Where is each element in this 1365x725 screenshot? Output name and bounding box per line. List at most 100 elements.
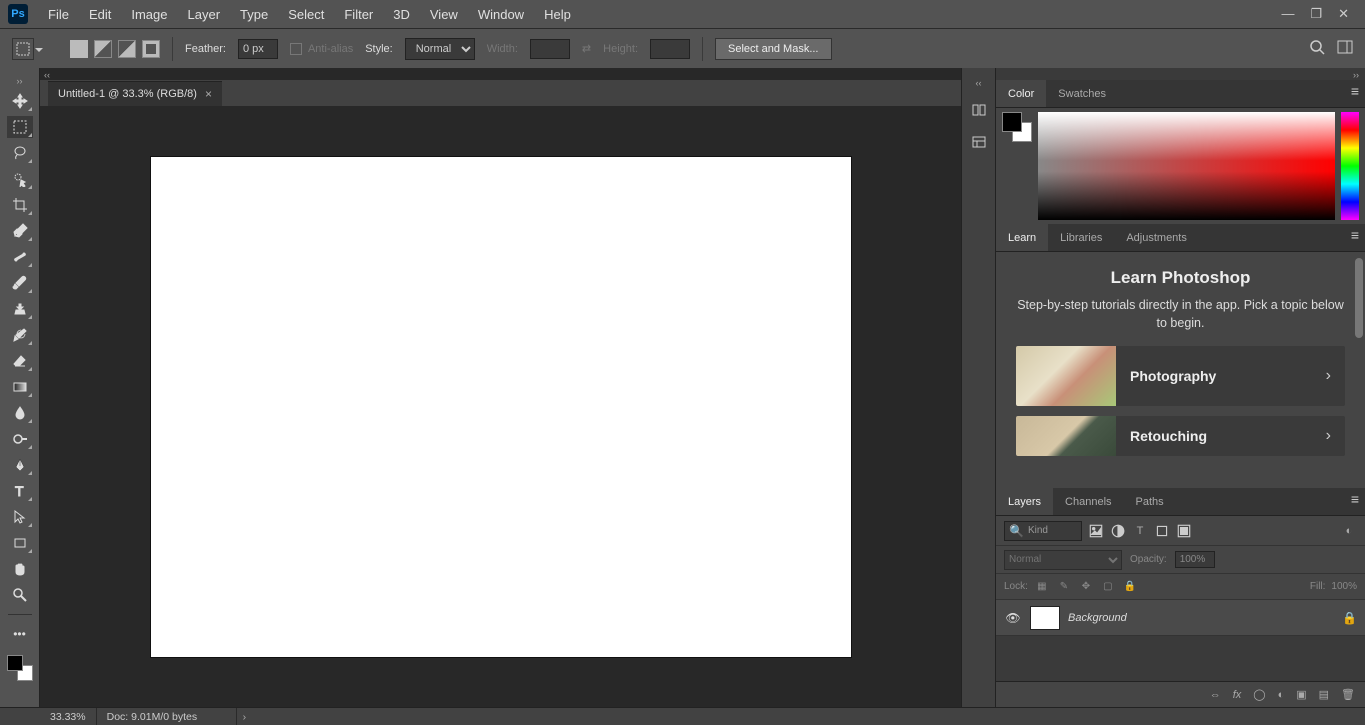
dock-expand-handle[interactable]: ‹‹ <box>976 78 982 88</box>
filter-shape-icon[interactable] <box>1154 523 1170 539</box>
learn-card-retouching[interactable]: Retouching › <box>1016 416 1345 456</box>
blend-mode-select[interactable]: Normal <box>1004 550 1122 570</box>
learn-scrollbar[interactable] <box>1355 258 1363 482</box>
menu-file[interactable]: File <box>38 0 79 28</box>
color-spectrum[interactable] <box>1038 112 1335 220</box>
edit-toolbar-icon[interactable]: ••• <box>7 623 33 645</box>
clone-stamp-tool[interactable] <box>7 298 33 320</box>
path-select-tool[interactable] <box>7 506 33 528</box>
delete-layer-icon[interactable]: 🗑 <box>1341 688 1355 701</box>
menu-3d[interactable]: 3D <box>383 0 420 28</box>
layer-lock-icon[interactable]: 🔒 <box>1342 611 1357 625</box>
brush-tool[interactable] <box>7 272 33 294</box>
canvas[interactable] <box>151 157 851 657</box>
menu-window[interactable]: Window <box>468 0 534 28</box>
panels-collapse-handle[interactable]: ›› <box>996 68 1365 80</box>
layers-panel-menu-icon[interactable]: ≡ <box>1351 494 1359 504</box>
dodge-tool[interactable] <box>7 428 33 450</box>
tab-color[interactable]: Color <box>996 80 1046 107</box>
toolbar-expand-handle[interactable]: ›› <box>14 76 26 86</box>
pen-tool[interactable] <box>7 454 33 476</box>
link-layers-icon[interactable]: ⇔ <box>1210 689 1221 701</box>
shape-tool[interactable] <box>7 532 33 554</box>
layer-filter-select[interactable]: 🔍 <box>1004 521 1082 541</box>
menu-type[interactable]: Type <box>230 0 278 28</box>
selection-subtract-icon[interactable] <box>118 40 136 58</box>
hue-slider[interactable] <box>1341 112 1359 220</box>
tab-channels[interactable]: Channels <box>1053 488 1123 515</box>
lasso-tool[interactable] <box>7 142 33 164</box>
move-tool[interactable] <box>7 90 33 112</box>
menu-edit[interactable]: Edit <box>79 0 121 28</box>
filter-pixel-icon[interactable] <box>1088 523 1104 539</box>
layer-group-icon[interactable]: ▣ <box>1296 688 1306 701</box>
layer-mask-icon[interactable]: ◯ <box>1253 688 1265 701</box>
search-icon[interactable] <box>1309 39 1325 58</box>
selection-intersect-icon[interactable] <box>142 40 160 58</box>
menu-layer[interactable]: Layer <box>178 0 231 28</box>
filter-type-icon[interactable]: T <box>1132 523 1148 539</box>
zoom-tool[interactable] <box>7 584 33 606</box>
foreground-color-swatch[interactable] <box>7 655 23 671</box>
color-swatch-stack[interactable] <box>1002 112 1032 220</box>
menu-select[interactable]: Select <box>278 0 334 28</box>
tab-paths[interactable]: Paths <box>1124 488 1176 515</box>
eyedropper-tool[interactable] <box>7 220 33 242</box>
window-maximize[interactable]: ❐ <box>1310 6 1322 22</box>
lock-artboard-icon[interactable]: ▢ <box>1100 579 1116 595</box>
select-and-mask-button[interactable]: Select and Mask... <box>715 38 832 60</box>
feather-input[interactable] <box>238 39 278 59</box>
window-minimize[interactable]: — <box>1281 6 1294 22</box>
tab-layers[interactable]: Layers <box>996 488 1053 515</box>
layer-fx-icon[interactable]: fx <box>1233 689 1242 701</box>
menu-help[interactable]: Help <box>534 0 581 28</box>
gradient-tool[interactable] <box>7 376 33 398</box>
filter-smartobject-icon[interactable] <box>1176 523 1192 539</box>
lock-pixels-icon[interactable]: ✎ <box>1056 579 1072 595</box>
new-layer-icon[interactable]: ▤ <box>1319 688 1329 701</box>
marquee-tool[interactable] <box>7 116 33 138</box>
history-panel-icon[interactable] <box>969 100 989 120</box>
properties-panel-icon[interactable] <box>969 132 989 152</box>
selection-add-icon[interactable] <box>94 40 112 58</box>
learn-card-photography[interactable]: Photography › <box>1016 346 1345 406</box>
panel-foreground-swatch[interactable] <box>1002 112 1022 132</box>
filter-adjustment-icon[interactable] <box>1110 523 1126 539</box>
scrollbar-thumb[interactable] <box>1355 258 1363 338</box>
tab-swatches[interactable]: Swatches <box>1046 80 1118 107</box>
status-chevron-icon[interactable]: › <box>237 711 253 723</box>
menu-image[interactable]: Image <box>121 0 177 28</box>
learn-panel-menu-icon[interactable]: ≡ <box>1351 230 1359 240</box>
opacity-value[interactable]: 100% <box>1175 551 1215 568</box>
history-brush-tool[interactable] <box>7 324 33 346</box>
adjustment-layer-icon[interactable]: ◐ <box>1278 689 1285 701</box>
healing-brush-tool[interactable] <box>7 246 33 268</box>
window-close[interactable]: ✕ <box>1338 6 1349 22</box>
blur-tool[interactable] <box>7 402 33 424</box>
layer-name[interactable]: Background <box>1068 612 1334 624</box>
workspace-switcher-icon[interactable] <box>1337 39 1353 58</box>
filter-toggle-icon[interactable]: ◐ <box>1341 523 1357 539</box>
zoom-level[interactable]: 33.33% <box>40 708 97 725</box>
layer-visibility-icon[interactable]: 👁 <box>1004 611 1022 625</box>
quick-select-tool[interactable] <box>7 168 33 190</box>
menu-filter[interactable]: Filter <box>334 0 383 28</box>
foreground-background-colors[interactable] <box>7 655 33 681</box>
close-tab-icon[interactable]: × <box>205 87 212 101</box>
color-panel-menu-icon[interactable]: ≡ <box>1351 86 1359 96</box>
style-select[interactable]: Normal <box>405 38 475 60</box>
tab-adjustments[interactable]: Adjustments <box>1114 224 1199 251</box>
tool-preset-picker[interactable] <box>12 38 34 60</box>
crop-tool[interactable] <box>7 194 33 216</box>
lock-transparency-icon[interactable]: ▦ <box>1034 579 1050 595</box>
type-tool[interactable]: T <box>7 480 33 502</box>
canvas-viewport[interactable] <box>40 106 961 707</box>
layer-thumbnail[interactable] <box>1030 606 1060 630</box>
menu-view[interactable]: View <box>420 0 468 28</box>
fill-value[interactable]: 100% <box>1331 581 1357 592</box>
lock-all-icon[interactable]: 🔒 <box>1122 579 1138 595</box>
lock-position-icon[interactable]: ✥ <box>1078 579 1094 595</box>
tab-learn[interactable]: Learn <box>996 224 1048 251</box>
layer-filter-input[interactable] <box>1028 525 1074 536</box>
document-info[interactable]: Doc: 9.01M/0 bytes <box>97 708 237 725</box>
